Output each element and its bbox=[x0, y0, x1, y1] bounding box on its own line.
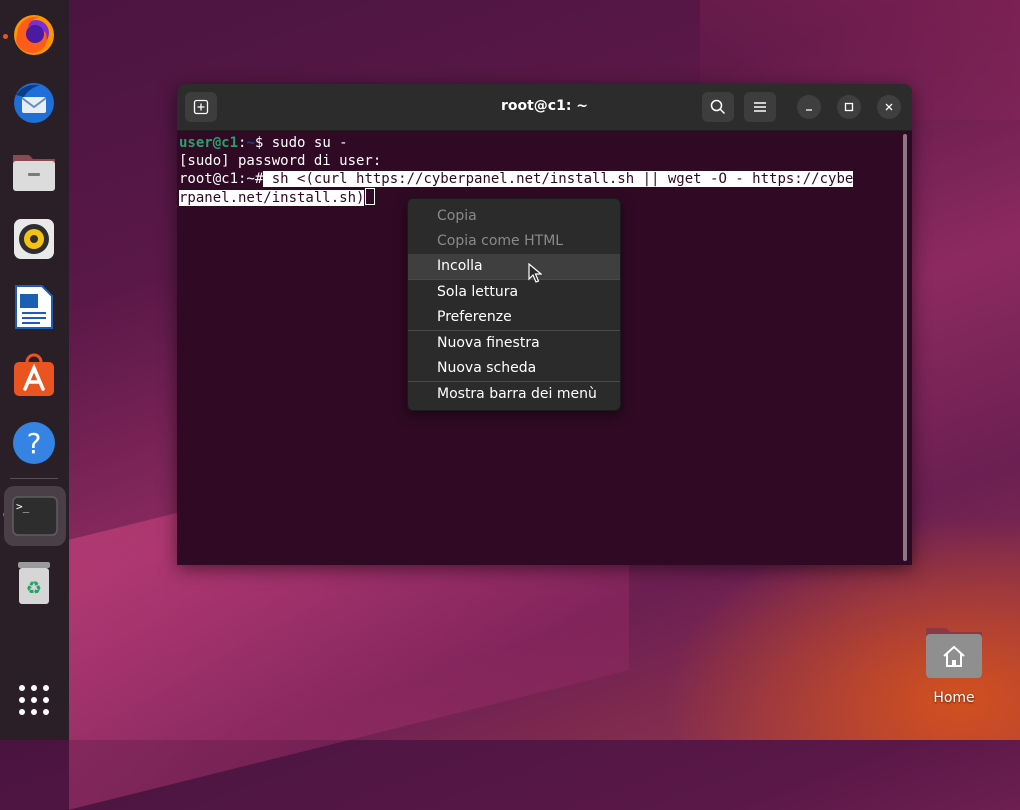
dock-item-trash[interactable]: ♻ bbox=[7, 556, 61, 610]
minimize-button[interactable] bbox=[797, 95, 821, 119]
close-icon bbox=[885, 103, 893, 111]
maximize-icon bbox=[844, 102, 854, 112]
help-icon: ? bbox=[13, 422, 55, 464]
svg-text:?: ? bbox=[27, 427, 42, 460]
svg-text:♻: ♻ bbox=[26, 578, 42, 599]
prompt-user: user@c1 bbox=[179, 135, 239, 151]
files-icon bbox=[13, 155, 55, 191]
hamburger-menu-icon bbox=[754, 102, 766, 112]
menu-item-label: Sola lettura bbox=[437, 284, 519, 300]
dock-item-help[interactable]: ? bbox=[7, 416, 61, 470]
prompt-path: ~ bbox=[246, 135, 255, 151]
rhythmbox-icon bbox=[14, 219, 54, 259]
menu-item-new-window[interactable]: Nuova finestra bbox=[408, 331, 620, 356]
dock-item-show-apps[interactable] bbox=[7, 673, 61, 727]
home-folder-label[interactable]: Home bbox=[914, 690, 994, 706]
menu-item-show-menubar[interactable]: Mostra barra dei menù bbox=[408, 382, 620, 407]
trash-icon: ♻ bbox=[18, 562, 50, 604]
title-bar[interactable]: root@c1: ~ bbox=[177, 84, 912, 131]
terminal-line: [sudo] password di user: bbox=[179, 153, 382, 169]
search-button[interactable] bbox=[702, 92, 734, 122]
svg-text:>_: >_ bbox=[16, 500, 30, 513]
app-center-icon bbox=[14, 353, 54, 396]
menu-item-read-only[interactable]: Sola lettura bbox=[408, 280, 620, 305]
menu-item-label: Mostra barra dei menù bbox=[437, 386, 597, 402]
app-grid-icon bbox=[19, 685, 49, 715]
dock-item-firefox[interactable] bbox=[7, 8, 61, 62]
dock-item-thunderbird[interactable] bbox=[7, 76, 61, 130]
terminal-line: root@c1:~# sh <(curl https://cyberpanel.… bbox=[179, 170, 899, 188]
menu-item-label: Nuova scheda bbox=[437, 360, 537, 376]
selected-command-text[interactable]: rpanel.net/install.sh) bbox=[179, 190, 365, 206]
menu-item-copy-as-html[interactable]: Copia come HTML bbox=[408, 229, 620, 254]
menu-item-label: Copia bbox=[437, 208, 477, 224]
scrollbar[interactable] bbox=[903, 134, 907, 561]
dock-separator bbox=[10, 478, 58, 479]
search-icon bbox=[710, 99, 726, 115]
menu-item-label: Preferenze bbox=[437, 309, 512, 325]
selected-command-text[interactable]: sh <(curl https://cyberpanel.net/install… bbox=[263, 171, 854, 187]
command-text: $ sudo su - bbox=[254, 135, 348, 151]
mouse-pointer-icon bbox=[528, 263, 542, 283]
menu-item-label: Nuova finestra bbox=[437, 335, 540, 351]
dock-item-terminal[interactable]: >_ bbox=[4, 486, 66, 546]
thunderbird-icon bbox=[14, 83, 54, 123]
dock-item-files[interactable] bbox=[7, 144, 61, 198]
dock: ? >_ ♻ bbox=[0, 0, 69, 740]
home-folder-icon[interactable] bbox=[922, 624, 986, 684]
menu-item-label: Copia come HTML bbox=[437, 233, 564, 249]
terminal-line: user@c1:~$ sudo su - bbox=[179, 134, 899, 152]
dock-item-writer[interactable] bbox=[7, 280, 61, 334]
dock-item-app-center[interactable] bbox=[7, 348, 61, 402]
menu-item-new-tab[interactable]: Nuova scheda bbox=[408, 356, 620, 381]
dock-item-rhythmbox[interactable] bbox=[7, 212, 61, 266]
text-cursor bbox=[365, 188, 376, 205]
writer-icon bbox=[15, 285, 53, 329]
menu-item-preferences[interactable]: Preferenze bbox=[408, 305, 620, 330]
close-button[interactable] bbox=[877, 95, 901, 119]
context-menu: Copia Copia come HTML Incolla Sola lettu… bbox=[407, 198, 621, 411]
root-prompt: root@c1:~# bbox=[179, 171, 264, 187]
maximize-button[interactable] bbox=[837, 95, 861, 119]
firefox-icon bbox=[14, 15, 54, 55]
terminal-icon: >_ bbox=[12, 496, 58, 536]
menu-item-label: Incolla bbox=[437, 258, 483, 274]
menu-item-copy[interactable]: Copia bbox=[408, 204, 620, 229]
minimize-icon bbox=[806, 109, 812, 111]
menu-button[interactable] bbox=[744, 92, 776, 122]
menu-item-paste[interactable]: Incolla bbox=[408, 254, 620, 279]
